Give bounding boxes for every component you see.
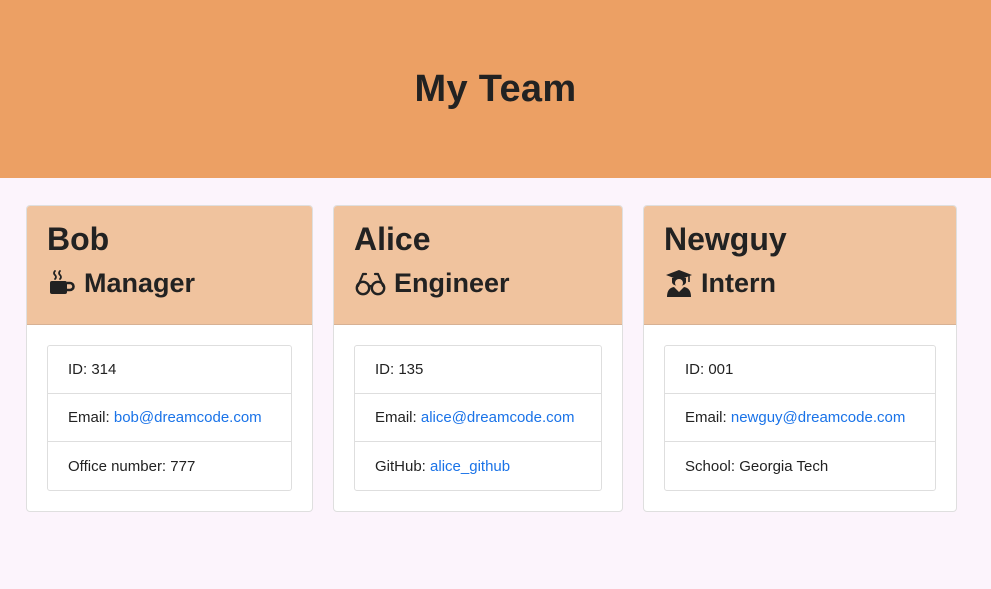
- detail-email: Email: alice@dreamcode.com: [355, 394, 601, 442]
- employee-details: ID: 135 Email: alice@dreamcode.com GitHu…: [354, 345, 602, 491]
- page-header: My Team: [0, 0, 991, 178]
- email-label: Email:: [685, 409, 727, 426]
- card-body: ID: 314 Email: bob@dreamcode.com Office …: [27, 325, 312, 491]
- card-body: ID: 001 Email: newguy@dreamcode.com Scho…: [644, 325, 956, 491]
- employee-role: Engineer: [354, 267, 622, 299]
- team-cards: Bob Manager ID: 314 Email: bob@dreamcode…: [0, 178, 991, 589]
- id-value: 001: [708, 361, 734, 378]
- page-title: My Team: [414, 67, 577, 110]
- employee-card-manager: Bob Manager ID: 314 Email: bob@dreamcode…: [26, 205, 313, 512]
- detail-email: Email: newguy@dreamcode.com: [665, 394, 935, 442]
- employee-role: Intern: [664, 267, 956, 299]
- detail-id: ID: 314: [48, 346, 291, 394]
- employee-role: Manager: [47, 267, 312, 299]
- employee-details: ID: 314 Email: bob@dreamcode.com Office …: [47, 345, 292, 491]
- employee-card-intern: Newguy Intern ID: 001 Email: newguy@drea…: [643, 205, 957, 512]
- employee-name: Newguy: [664, 221, 787, 257]
- github-label: GitHub:: [375, 457, 426, 475]
- card-header: Newguy Intern: [644, 206, 956, 325]
- office-number-value: 777: [170, 457, 196, 475]
- card-body: ID: 135 Email: alice@dreamcode.com GitHu…: [334, 325, 622, 491]
- employee-card-engineer: Alice Engineer ID: 135 Email: alice@drea…: [333, 205, 623, 512]
- detail-id: ID: 001: [665, 346, 935, 394]
- detail-school: School: Georgia Tech: [665, 442, 935, 490]
- email-label: Email:: [375, 409, 417, 426]
- card-header: Bob Manager: [27, 206, 312, 325]
- email-label: Email:: [68, 409, 110, 426]
- employee-name: Alice: [354, 221, 431, 257]
- coffee-icon: [47, 268, 77, 298]
- school-label: School:: [685, 457, 736, 475]
- detail-email: Email: bob@dreamcode.com: [48, 394, 291, 442]
- role-label: Intern: [701, 268, 777, 298]
- glasses-icon: [354, 268, 387, 298]
- email-link[interactable]: alice@dreamcode.com: [421, 409, 575, 426]
- detail-github: GitHub: alice_github: [355, 442, 601, 490]
- email-link[interactable]: newguy@dreamcode.com: [731, 409, 905, 426]
- id-label: ID:: [68, 361, 88, 378]
- graduate-icon: [664, 268, 694, 298]
- detail-office-number: Office number: 777: [48, 442, 291, 490]
- id-label: ID:: [375, 361, 395, 378]
- school-value: Georgia Tech: [739, 457, 829, 475]
- role-label: Engineer: [394, 268, 510, 298]
- id-value: 135: [398, 361, 424, 378]
- office-number-label: Office number:: [68, 457, 167, 475]
- employee-name: Bob: [47, 221, 110, 257]
- id-label: ID:: [685, 361, 705, 378]
- email-link[interactable]: bob@dreamcode.com: [114, 409, 262, 426]
- card-header: Alice Engineer: [334, 206, 622, 325]
- employee-details: ID: 001 Email: newguy@dreamcode.com Scho…: [664, 345, 936, 491]
- github-link[interactable]: alice_github: [430, 458, 510, 475]
- role-label: Manager: [84, 268, 196, 298]
- id-value: 314: [91, 361, 117, 378]
- detail-id: ID: 135: [355, 346, 601, 394]
